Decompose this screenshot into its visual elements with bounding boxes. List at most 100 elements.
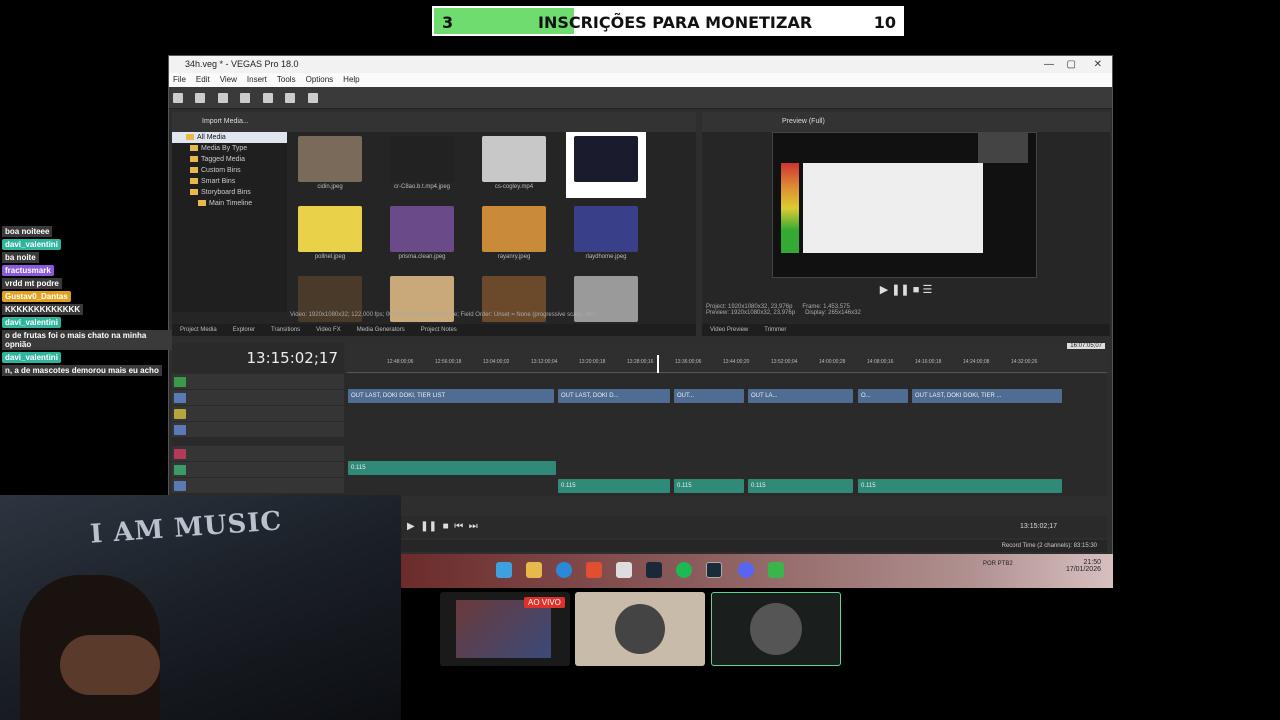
undo-icon[interactable] bbox=[285, 93, 296, 103]
track-color bbox=[174, 409, 186, 419]
chat-username[interactable]: davi_valentini bbox=[2, 317, 61, 328]
audio-clip[interactable]: 0.115 bbox=[348, 461, 556, 475]
media-thumbnail[interactable]: prisma.clean.jpeg bbox=[382, 202, 462, 268]
brave-icon[interactable] bbox=[586, 562, 602, 578]
media-thumbnails: cidin.jpeg cr-C8ao.b.t.mp4.jpeg cs-cogley.… bbox=[290, 132, 690, 322]
video-clip[interactable]: OUT LAST, DOKI D... bbox=[558, 389, 670, 403]
tab-media-generators[interactable]: Media Generators bbox=[357, 327, 405, 333]
preview-info: Project: 1920x1080x32, 23,976p Frame: 1,… bbox=[702, 300, 1110, 324]
clock-time: 21:50 bbox=[1083, 559, 1101, 566]
track-color bbox=[174, 465, 186, 475]
tab-video-preview[interactable]: Video Preview bbox=[710, 327, 748, 333]
timeline-timecode: 13:15:02;17 bbox=[172, 343, 344, 373]
new-icon[interactable] bbox=[173, 93, 183, 103]
tab-explorer[interactable]: Explorer bbox=[233, 327, 255, 333]
menu-item-options[interactable]: Options bbox=[306, 75, 334, 84]
video-clip[interactable]: OUT LAST, DOKI DOKI, TIER ... bbox=[912, 389, 1062, 403]
screen-share-tile[interactable]: AO VIVO bbox=[440, 592, 570, 666]
language-indicator[interactable]: POR PTB2 bbox=[983, 560, 1013, 569]
participant-tile[interactable] bbox=[575, 592, 705, 666]
timeline-ruler[interactable]: 16:07:05;07 12:48:00;06 12:56:00;18 13:04:… bbox=[347, 343, 1107, 373]
participant-tile-speaking[interactable] bbox=[711, 592, 841, 666]
pause-icon[interactable]: ❚❚ bbox=[420, 521, 437, 532]
edge-icon[interactable] bbox=[556, 562, 572, 578]
media-thumbnail[interactable]: rayanry.jpeg bbox=[474, 202, 554, 268]
chat-username[interactable]: Gustav0_Dantas bbox=[2, 291, 71, 302]
tab-video-fx[interactable]: Video FX bbox=[316, 327, 341, 333]
tree-item[interactable]: Smart Bins bbox=[172, 176, 287, 187]
tree-item[interactable]: Tagged Media bbox=[172, 154, 287, 165]
menu-item-file[interactable]: File bbox=[173, 75, 186, 84]
menu-item-edit[interactable]: Edit bbox=[196, 75, 210, 84]
tree-item-label: Tagged Media bbox=[201, 156, 245, 163]
menu-item-help[interactable]: Help bbox=[343, 75, 359, 84]
tree-item[interactable]: Storyboard Bins bbox=[172, 187, 287, 198]
file-explorer-icon[interactable] bbox=[526, 562, 542, 578]
store-icon[interactable] bbox=[616, 562, 632, 578]
thumbnail-label: cidin.jpeg bbox=[317, 184, 343, 190]
pause-icon[interactable]: ❚❚ bbox=[891, 284, 909, 296]
tab-project-notes[interactable]: Project Notes bbox=[421, 327, 457, 333]
redo-icon[interactable] bbox=[307, 93, 318, 103]
video-clip[interactable]: OUT LA... bbox=[748, 389, 853, 403]
play-icon[interactable]: ▶ bbox=[407, 521, 415, 532]
chat-username[interactable]: fractusmark bbox=[2, 265, 54, 276]
media-thumbnail[interactable]: rlaydhome.jpeg bbox=[566, 202, 646, 268]
media-thumbnail[interactable] bbox=[566, 132, 646, 198]
chat-username[interactable]: davi_valentini bbox=[2, 239, 61, 250]
discord-icon[interactable] bbox=[738, 562, 754, 578]
play-icon[interactable]: ▶ bbox=[880, 284, 888, 296]
tree-item[interactable]: Main Timeline bbox=[172, 198, 287, 209]
next-icon[interactable]: ⏭ bbox=[469, 521, 478, 532]
playhead[interactable] bbox=[657, 355, 659, 373]
chat-username[interactable]: davi_valentini bbox=[2, 352, 61, 363]
screen-share-preview bbox=[456, 600, 551, 658]
spotify-icon[interactable] bbox=[676, 562, 692, 578]
settings-icon[interactable] bbox=[262, 93, 273, 103]
previous-icon[interactable]: ⏮ bbox=[454, 521, 463, 532]
video-clip[interactable]: OUT... bbox=[674, 389, 744, 403]
close-icon[interactable]: ✕ bbox=[1094, 56, 1102, 73]
clock[interactable]: 21:50 17/01/2026 bbox=[1053, 559, 1101, 573]
vegas-icon[interactable] bbox=[706, 562, 722, 578]
tree-item[interactable]: Custom Bins bbox=[172, 165, 287, 176]
tab-project-media[interactable]: Project Media bbox=[180, 327, 217, 333]
media-thumbnail[interactable]: cr-C8ao.b.t.mp4.jpeg bbox=[382, 132, 462, 198]
app-icon[interactable] bbox=[768, 562, 784, 578]
import-media-button[interactable]: Import Media... bbox=[202, 118, 249, 125]
tree-item[interactable]: All Media bbox=[172, 132, 287, 143]
thumbnail-label: prisma.clean.jpeg bbox=[398, 254, 446, 260]
preview-quality-select[interactable]: Preview (Full) bbox=[782, 118, 825, 125]
audio-clip[interactable]: 0.115 bbox=[858, 479, 1062, 493]
thumbnail-label: pollnel.jpeg bbox=[314, 254, 346, 260]
tab-transitions[interactable]: Transitions bbox=[271, 327, 300, 333]
tab-trimmer[interactable]: Trimmer bbox=[764, 327, 786, 333]
folder-icon bbox=[190, 178, 198, 185]
audio-clip[interactable]: 0.115 bbox=[674, 479, 744, 493]
ruler-mark: 13:12:00;04 bbox=[531, 359, 558, 365]
track-color bbox=[174, 481, 186, 491]
video-clip[interactable]: O... bbox=[858, 389, 908, 403]
menu-icon[interactable]: ☰ bbox=[922, 284, 932, 296]
video-clip[interactable]: OUT LAST, DOKI DOKI, TIER LIST bbox=[348, 389, 554, 403]
widgets-icon[interactable] bbox=[496, 562, 512, 578]
thumbnail-label: rayanry.jpeg bbox=[497, 254, 531, 260]
menu-item-insert[interactable]: Insert bbox=[247, 75, 267, 84]
tree-item[interactable]: Media By Type bbox=[172, 143, 287, 154]
steam-icon[interactable] bbox=[646, 562, 662, 578]
maximize-icon[interactable]: ▢ bbox=[1067, 56, 1076, 73]
stop-icon[interactable]: ■ bbox=[443, 521, 449, 532]
ruler-marks: 12:48:00;06 12:56:00;18 13:04:00;02 13:12:0… bbox=[387, 359, 1107, 369]
open-icon[interactable] bbox=[195, 93, 206, 103]
stop-icon[interactable]: ■ bbox=[913, 284, 920, 296]
menu-item-tools[interactable]: Tools bbox=[277, 75, 296, 84]
media-thumbnail[interactable]: cidin.jpeg bbox=[290, 132, 370, 198]
audio-clip[interactable]: 0.115 bbox=[558, 479, 670, 493]
menu-item-view[interactable]: View bbox=[220, 75, 237, 84]
audio-clip[interactable]: 0.115 bbox=[748, 479, 853, 493]
minimize-icon[interactable]: — bbox=[1044, 56, 1054, 73]
save-as-icon[interactable] bbox=[240, 93, 251, 103]
media-thumbnail[interactable]: cs-cogley.mp4 bbox=[474, 132, 554, 198]
media-thumbnail[interactable]: pollnel.jpeg bbox=[290, 202, 370, 268]
save-icon[interactable] bbox=[217, 93, 228, 103]
